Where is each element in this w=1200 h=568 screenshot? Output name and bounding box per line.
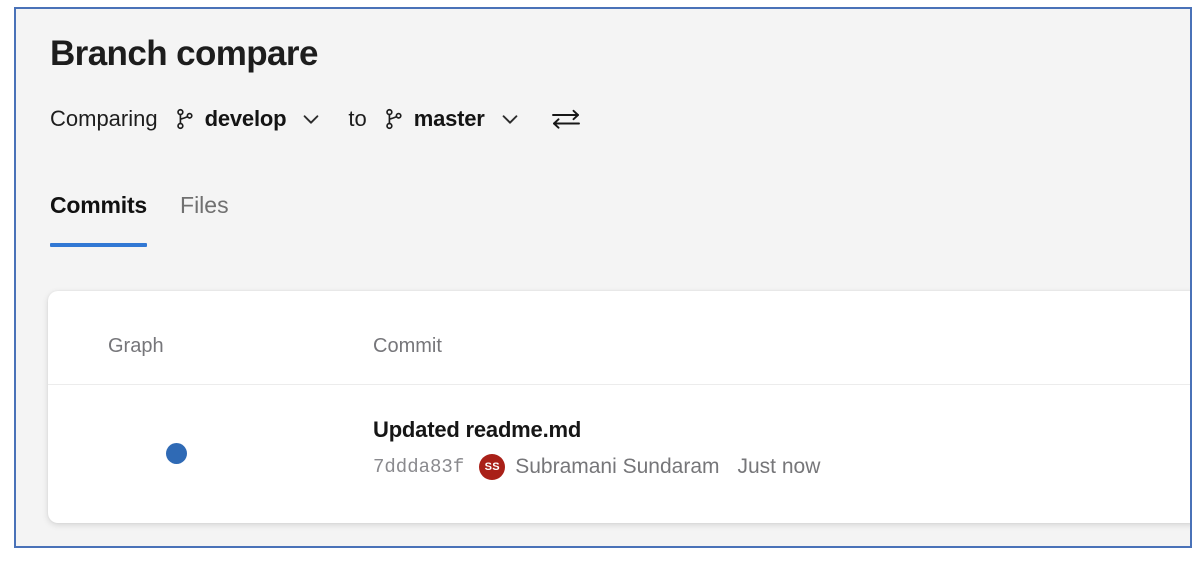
tab-commits[interactable]: Commits xyxy=(50,191,147,247)
chevron-down-icon xyxy=(502,115,518,124)
commit-message[interactable]: Updated readme.md xyxy=(373,415,1180,445)
to-label: to xyxy=(348,106,367,131)
commit-details-cell: Updated readme.md 7ddda83f SS Subramani … xyxy=(373,415,1180,481)
page-title: Branch compare xyxy=(50,34,318,73)
tab-files[interactable]: Files xyxy=(180,191,229,247)
commits-card: Graph Commit Updated readme.md 7ddda83f … xyxy=(48,291,1190,523)
commits-table-header: Graph Commit xyxy=(48,291,1190,385)
swap-arrows-icon[interactable] xyxy=(551,106,581,132)
git-branch-icon xyxy=(176,108,193,130)
commit-author-name: Subramani Sundaram xyxy=(515,455,720,478)
column-header-commit: Commit xyxy=(373,335,442,357)
compare-controls: Comparing develop to master xyxy=(50,101,581,137)
target-branch-selector[interactable]: master xyxy=(383,103,521,135)
commit-metadata: 7ddda83f SS Subramani Sundaram Just now xyxy=(373,453,1180,481)
comparing-label: Comparing xyxy=(50,106,158,131)
source-branch-selector[interactable]: develop xyxy=(174,103,323,135)
git-branch-icon xyxy=(385,108,402,130)
commit-timestamp: Just now xyxy=(737,455,821,478)
commit-graph-cell xyxy=(108,385,288,522)
commit-graph-dot-icon xyxy=(166,443,187,464)
branch-compare-screen: Branch compare Comparing develop to mast… xyxy=(14,7,1192,548)
target-branch-name: master xyxy=(413,106,485,131)
column-header-graph: Graph xyxy=(108,335,164,357)
avatar: SS xyxy=(479,454,506,480)
commit-hash[interactable]: 7ddda83f xyxy=(373,453,464,481)
chevron-down-icon xyxy=(303,115,319,124)
compare-tabs: Commits Files xyxy=(50,191,262,247)
page-header: Branch compare Comparing develop to mast… xyxy=(16,9,1190,257)
source-branch-name: develop xyxy=(204,106,287,131)
table-row[interactable]: Updated readme.md 7ddda83f SS Subramani … xyxy=(48,385,1190,522)
